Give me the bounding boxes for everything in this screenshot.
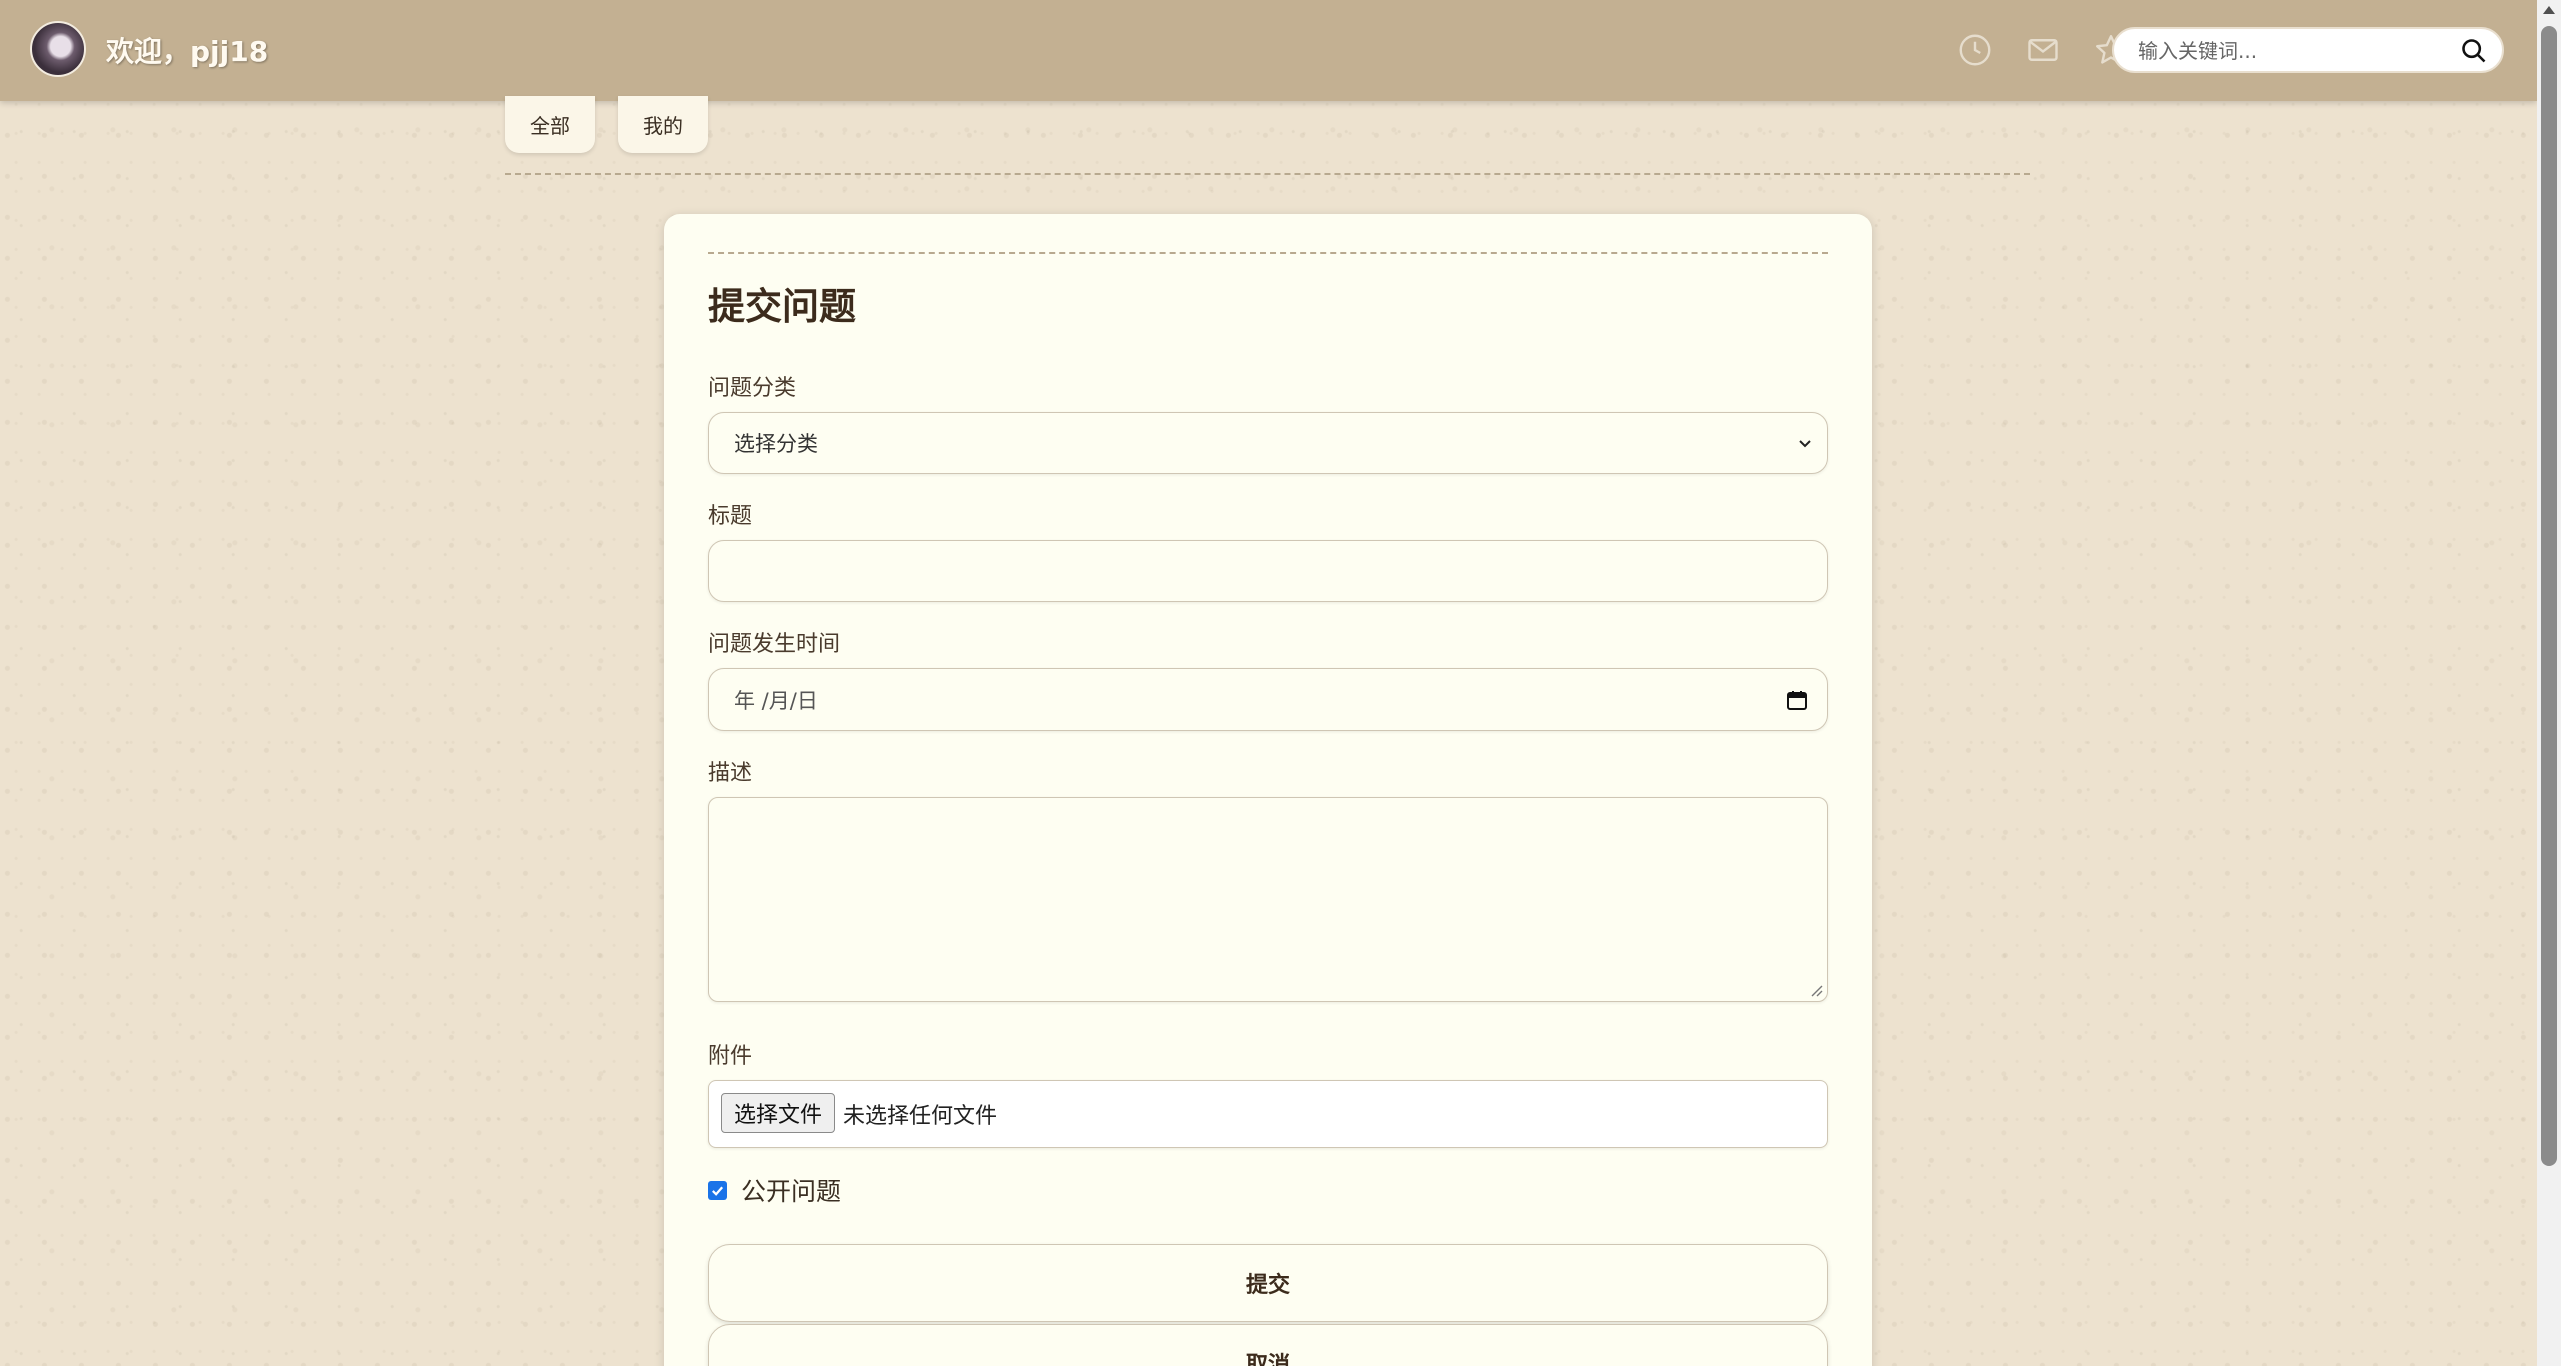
checkmark-icon [712,1185,724,1196]
time-label: 问题发生时间 [708,632,841,657]
title-label: 标题 [708,504,753,529]
calendar-icon[interactable] [1785,688,1809,712]
mail-icon[interactable] [2024,31,2062,69]
search-box [2112,27,2504,73]
tab-bar: 全部 我的 [505,96,708,153]
description-label: 描述 [708,761,753,786]
file-input[interactable]: 选择文件 未选择任何文件 [708,1080,1828,1148]
submit-button[interactable]: 提交 [708,1244,1828,1322]
choose-file-button[interactable]: 选择文件 [721,1093,836,1133]
submit-question-card: 提交问题 问题分类 选择分类 标题 问题发生时间 年 /月/日 描述 附件 选择… [664,214,1872,1366]
category-select[interactable]: 选择分类 [708,412,1828,474]
search-icon[interactable] [2460,37,2488,65]
scrollbar-thumb[interactable] [2541,26,2557,1166]
cancel-button[interactable]: 取消 [708,1324,1828,1366]
chevron-down-icon [1799,440,1811,448]
card-divider [708,252,1828,254]
search-input[interactable] [2136,35,2440,67]
clock-icon[interactable] [1956,31,1994,69]
avatar[interactable] [30,21,86,77]
date-input[interactable]: 年 /月/日 [708,668,1828,731]
tab-divider [505,173,2030,175]
scroll-up-arrow-icon[interactable] [2543,6,2555,14]
attachment-label: 附件 [708,1044,753,1069]
resize-grip-icon[interactable] [1809,983,1823,997]
title-input[interactable] [708,540,1828,602]
tab-mine[interactable]: 我的 [618,96,708,153]
top-header: 欢迎，pjj18 [0,0,2537,101]
category-label: 问题分类 [708,376,797,401]
vertical-scrollbar[interactable] [2537,0,2561,1366]
public-question-checkbox[interactable] [708,1180,727,1200]
public-question-label: 公开问题 [741,1177,842,1206]
description-textarea[interactable] [708,797,1828,1002]
welcome-text: 欢迎，pjj18 [106,35,269,68]
public-question-row: 公开问题 [708,1172,841,1208]
date-input-placeholder: 年 /月/日 [734,688,818,713]
tab-all[interactable]: 全部 [505,96,595,153]
file-status-text: 未选择任何文件 [843,1104,998,1129]
page-title: 提交问题 [708,284,856,328]
category-select-value: 选择分类 [734,432,818,456]
